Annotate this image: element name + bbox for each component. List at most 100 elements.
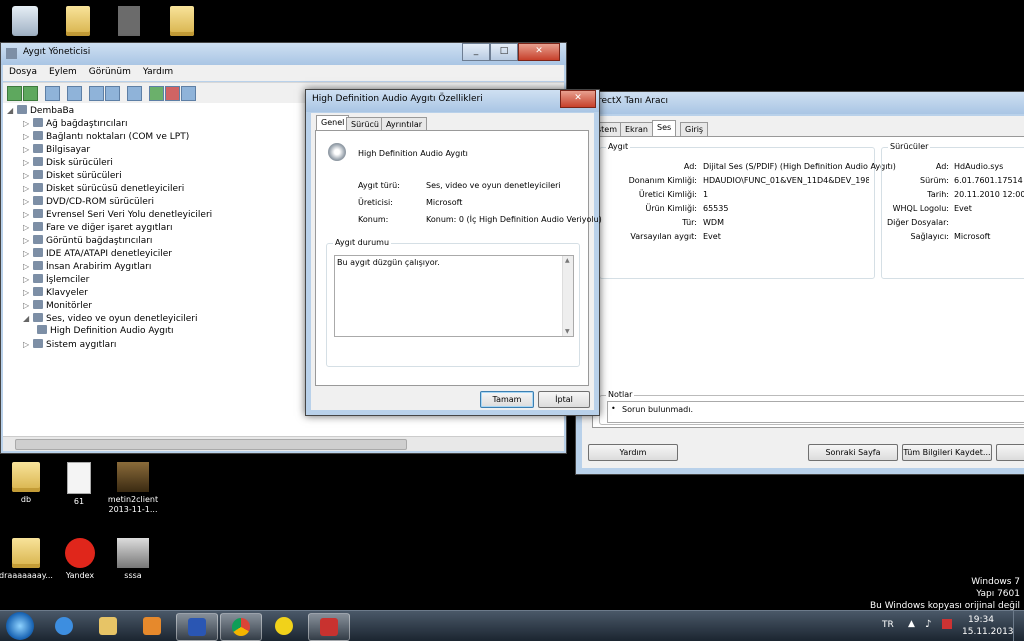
scroll-down-icon[interactable]: ▼ bbox=[565, 328, 570, 335]
forward-icon[interactable] bbox=[23, 86, 38, 101]
title-bar[interactable]: Aygıt Yöneticisi _ □ ✕ bbox=[1, 43, 566, 65]
tree-node[interactable]: ▷ Bağlantı noktaları (COM ve LPT) bbox=[23, 130, 189, 143]
collapsed-arrow-icon[interactable]: ▷ bbox=[23, 182, 33, 195]
taskbar-app-l[interactable] bbox=[176, 613, 218, 641]
desktop-icon-db[interactable]: db bbox=[0, 462, 56, 505]
taskbar-app-explorer[interactable] bbox=[88, 613, 128, 639]
tab-general[interactable]: Genel bbox=[316, 115, 350, 131]
collapsed-arrow-icon[interactable]: ▷ bbox=[23, 117, 33, 130]
tree-node[interactable]: ▷ Disket sürücüsü denetleyicileri bbox=[23, 182, 184, 195]
tree-node-selected[interactable]: High Definition Audio Aygıtı bbox=[37, 325, 174, 338]
tree-node[interactable]: ▷ IDE ATA/ATAPI denetleyiciler bbox=[23, 247, 172, 260]
scan-hardware-icon[interactable] bbox=[127, 86, 142, 101]
menu-action[interactable]: Eylem bbox=[43, 65, 83, 77]
help-button[interactable]: Yardım bbox=[588, 444, 678, 461]
tree-node[interactable]: ◢ Ses, video ve oyun denetleyicileri bbox=[23, 312, 198, 325]
language-indicator[interactable]: TR bbox=[882, 620, 894, 630]
desktop-icon-draaaaaaay[interactable]: draaaaaaay... bbox=[0, 538, 56, 581]
tab-input[interactable]: Giriş bbox=[680, 122, 709, 136]
title-bar[interactable]: High Definition Audio Aygıtı Özellikleri… bbox=[306, 90, 599, 112]
tree-node[interactable]: ▷ Evrensel Seri Veri Yolu denetleyicileri bbox=[23, 208, 212, 221]
maximize-button[interactable]: □ bbox=[490, 43, 518, 61]
file-icon[interactable] bbox=[118, 6, 140, 36]
tab-driver[interactable]: Sürücü bbox=[346, 117, 384, 131]
show-hidden-icons-icon[interactable]: ▲ bbox=[908, 619, 915, 629]
recycle-bin-icon[interactable] bbox=[12, 6, 38, 36]
tree-node[interactable]: ▷ Ağ bağdaştırıcıları bbox=[23, 117, 127, 130]
menu-help[interactable]: Yardım bbox=[137, 65, 179, 77]
taskbar-app-x[interactable] bbox=[264, 613, 304, 639]
vertical-scrollbar[interactable]: ▲ ▼ bbox=[562, 256, 573, 336]
expanded-arrow-icon[interactable]: ◢ bbox=[7, 104, 17, 117]
volume-icon[interactable]: ♪ bbox=[925, 619, 931, 630]
back-icon[interactable] bbox=[7, 86, 22, 101]
taskbar-app-toolbox[interactable] bbox=[308, 613, 350, 641]
expanded-arrow-icon[interactable]: ◢ bbox=[23, 312, 33, 325]
monitor-icon[interactable] bbox=[105, 86, 120, 101]
tree-node[interactable]: ▷ Disket sürücüleri bbox=[23, 169, 122, 182]
folder-icon[interactable] bbox=[170, 6, 194, 36]
next-page-button[interactable]: Sonraki Sayfa bbox=[808, 444, 898, 461]
tab-details[interactable]: Ayrıntılar bbox=[381, 117, 428, 131]
desktop-icon-metin2client[interactable]: metin2client 2013-11-1... bbox=[103, 462, 163, 515]
collapsed-arrow-icon[interactable]: ▷ bbox=[23, 143, 33, 156]
taskbar-app-internet-explorer[interactable] bbox=[44, 613, 84, 639]
collapsed-arrow-icon[interactable]: ▷ bbox=[23, 208, 33, 221]
help-icon[interactable] bbox=[89, 86, 104, 101]
action-center-flag-icon[interactable] bbox=[942, 619, 952, 629]
notes-box[interactable]: • Sorun bulunmadı. bbox=[607, 401, 1024, 423]
tab-display[interactable]: Ekran bbox=[620, 122, 653, 136]
minimize-button[interactable]: _ bbox=[462, 43, 490, 61]
collapsed-arrow-icon[interactable]: ▷ bbox=[23, 234, 33, 247]
tree-node[interactable]: ▷ Bilgisayar bbox=[23, 143, 90, 156]
desktop-icon-61[interactable]: 61 bbox=[49, 462, 109, 507]
menu-view[interactable]: Görünüm bbox=[83, 65, 137, 77]
close-button[interactable]: ✕ bbox=[560, 90, 596, 108]
tree-node[interactable]: ▷ Sistem aygıtları bbox=[23, 338, 116, 351]
collapsed-arrow-icon[interactable]: ▷ bbox=[23, 156, 33, 169]
tab-sound[interactable]: Ses bbox=[652, 120, 677, 136]
disable-icon[interactable] bbox=[181, 86, 196, 101]
list-icon[interactable] bbox=[67, 86, 82, 101]
close-button[interactable]: ✕ bbox=[518, 43, 560, 61]
title-bar[interactable]: rectX Tanı Aracı bbox=[576, 92, 1024, 114]
folder-icon[interactable] bbox=[66, 6, 90, 36]
collapsed-arrow-icon[interactable]: ▷ bbox=[23, 130, 33, 143]
tree-node[interactable]: ▷ Klavyeler bbox=[23, 286, 88, 299]
properties-icon[interactable] bbox=[45, 86, 60, 101]
collapsed-arrow-icon[interactable]: ▷ bbox=[23, 273, 33, 286]
taskbar-app-media-player[interactable] bbox=[132, 613, 172, 639]
save-all-button[interactable]: Tüm Bilgileri Kaydet... bbox=[902, 444, 992, 461]
scrollbar-thumb[interactable] bbox=[15, 439, 407, 450]
menu-file[interactable]: Dosya bbox=[3, 65, 43, 77]
tree-node[interactable]: ▷ Disk sürücüleri bbox=[23, 156, 113, 169]
collapsed-arrow-icon[interactable]: ▷ bbox=[23, 247, 33, 260]
tree-node-root[interactable]: ◢ DembaBa bbox=[7, 104, 74, 117]
desktop-icon-yandex[interactable]: Yandex bbox=[50, 538, 110, 581]
collapsed-arrow-icon[interactable]: ▷ bbox=[23, 260, 33, 273]
collapsed-arrow-icon[interactable]: ▷ bbox=[23, 169, 33, 182]
collapsed-arrow-icon[interactable]: ▷ bbox=[23, 221, 33, 234]
show-desktop-button[interactable] bbox=[1013, 611, 1024, 641]
start-orb-icon[interactable] bbox=[6, 612, 34, 640]
tree-node[interactable]: ▷ İnsan Arabirim Aygıtları bbox=[23, 260, 151, 273]
scroll-up-icon[interactable]: ▲ bbox=[565, 257, 570, 264]
horizontal-scrollbar[interactable] bbox=[3, 436, 564, 451]
tree-node[interactable]: ▷ İşlemciler bbox=[23, 273, 89, 286]
collapsed-arrow-icon[interactable]: ▷ bbox=[23, 338, 33, 351]
tree-node[interactable]: ▷ Fare ve diğer işaret aygıtları bbox=[23, 221, 172, 234]
update-driver-icon[interactable] bbox=[149, 86, 164, 101]
taskbar-app-chrome[interactable] bbox=[220, 613, 262, 641]
desktop-icon-sssa[interactable]: sssa bbox=[103, 538, 163, 581]
tree-node[interactable]: ▷ Görüntü bağdaştırıcıları bbox=[23, 234, 152, 247]
cancel-button[interactable]: İptal bbox=[538, 391, 590, 408]
ok-button[interactable]: Tamam bbox=[480, 391, 534, 408]
tree-node[interactable]: ▷ Monitörler bbox=[23, 299, 92, 312]
exit-button[interactable] bbox=[996, 444, 1024, 461]
uninstall-icon[interactable] bbox=[165, 86, 180, 101]
tree-node[interactable]: ▷ DVD/CD-ROM sürücüleri bbox=[23, 195, 154, 208]
clock-time[interactable]: 19:34 bbox=[968, 615, 994, 625]
clock-date[interactable]: 15.11.2013 bbox=[962, 627, 1014, 637]
collapsed-arrow-icon[interactable]: ▷ bbox=[23, 195, 33, 208]
collapsed-arrow-icon[interactable]: ▷ bbox=[23, 286, 33, 299]
